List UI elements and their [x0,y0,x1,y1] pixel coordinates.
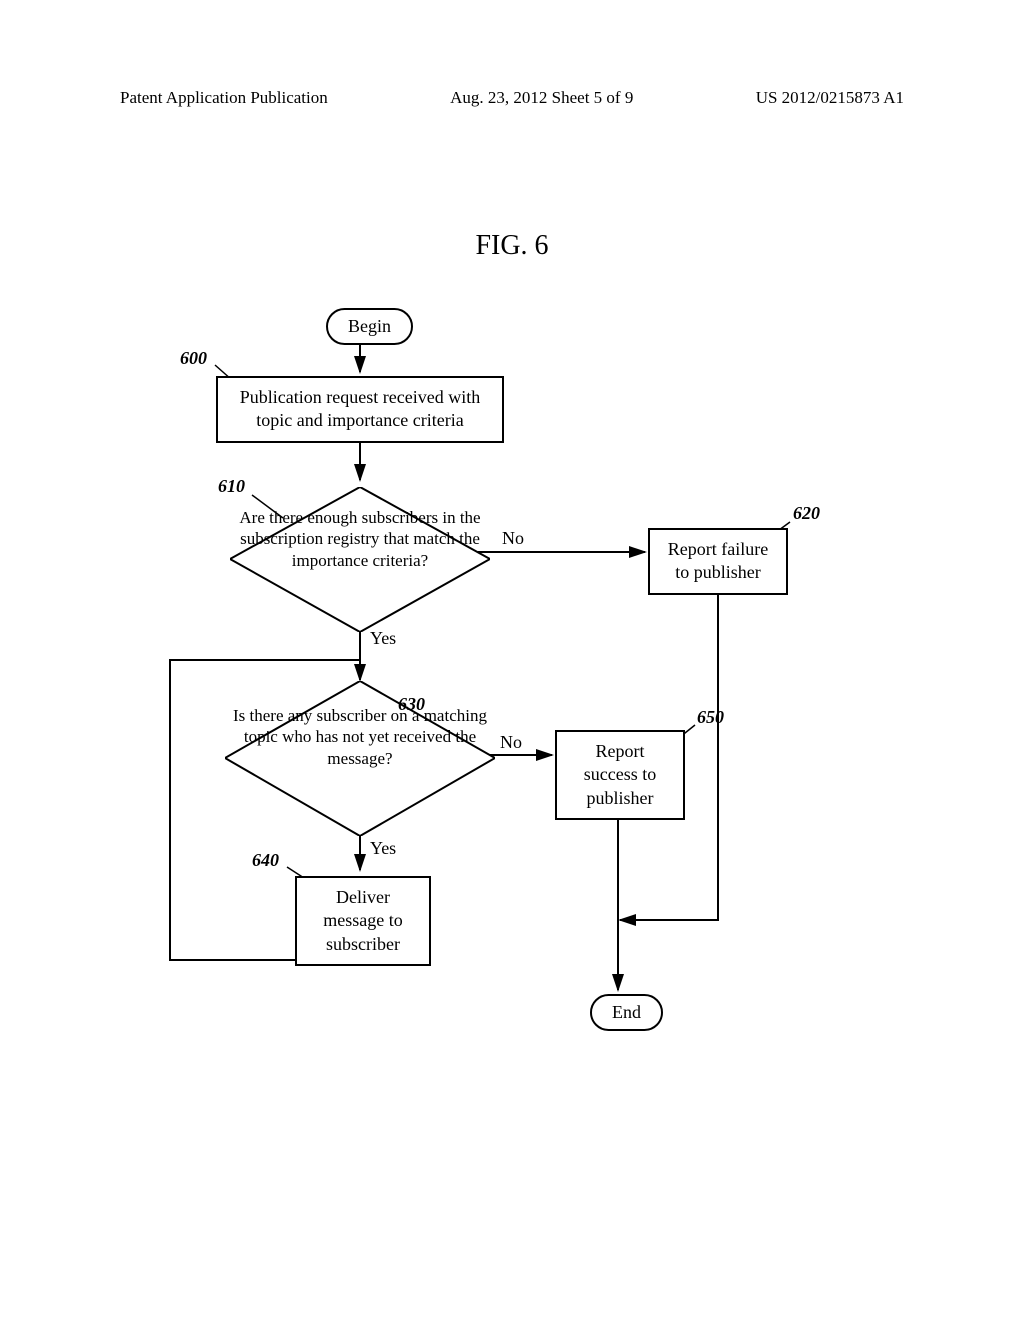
label-610-yes: Yes [370,628,396,649]
header-left: Patent Application Publication [120,88,328,108]
flowchart: Begin Publication request received with … [0,300,1024,1080]
header-right: US 2012/0215873 A1 [756,88,904,108]
decision-610: Are there enough subscribers in the subs… [230,495,490,571]
figure-title: FIG. 6 [0,230,1024,262]
ref-650: 650 [697,707,724,728]
process-600: Publication request received with topic … [216,376,504,443]
header-middle: Aug. 23, 2012 Sheet 5 of 9 [450,88,633,108]
process-620: Report failure to publisher [648,528,788,595]
ref-640: 640 [252,850,279,871]
page-header: Patent Application Publication Aug. 23, … [0,88,1024,108]
connectors [0,300,1024,1080]
ref-620: 620 [793,503,820,524]
process-650: Report success to publisher [555,730,685,820]
label-630-no: No [500,732,522,753]
label-610-no: No [502,528,524,549]
ref-600: 600 [180,348,207,369]
label-630-yes: Yes [370,838,396,859]
decision-630: Is there any subscriber on a matching to… [225,693,495,769]
terminal-begin: Begin [326,308,413,345]
ref-610: 610 [218,476,245,497]
terminal-end: End [590,994,663,1031]
process-640: Deliver message to subscriber [295,876,431,966]
